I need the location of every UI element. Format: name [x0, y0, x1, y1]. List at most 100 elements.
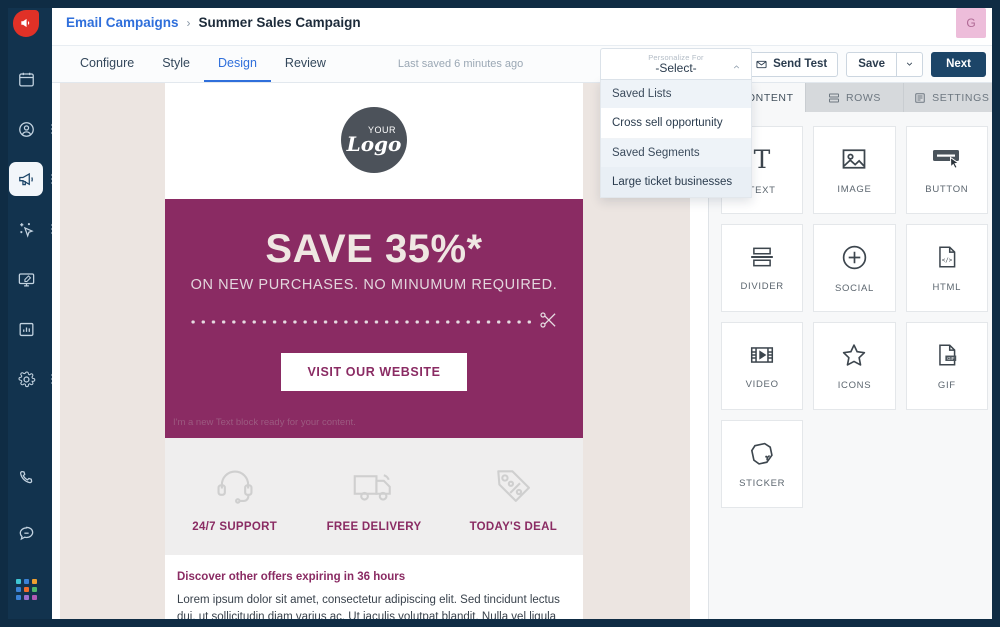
svg-text:</>: </> [942, 258, 953, 264]
tab-settings[interactable]: SETTINGS [903, 83, 1000, 112]
save-button[interactable]: Save [846, 51, 897, 77]
tab-settings-label: SETTINGS [932, 91, 990, 104]
sidebar-item-analytics[interactable] [9, 312, 43, 346]
text-block-placeholder[interactable]: I'm a new Text block ready for your cont… [165, 391, 583, 438]
user-circle-icon [18, 121, 34, 137]
tile-button[interactable]: BUTTON [905, 126, 988, 214]
next-button[interactable]: Next [931, 51, 986, 77]
offer-heading: Discover other offers expiring in 36 hou… [177, 571, 406, 583]
sidebar-item-campaigns[interactable] [9, 162, 53, 196]
feature-support[interactable]: 24/7 SUPPORT [165, 464, 304, 533]
email-preview: YOUR Logo SAVE 35%* ON NEW PURCHASES. NO… [165, 83, 583, 627]
feature-deal[interactable]: TODAY'S DEAL [444, 464, 583, 533]
megaphone-shield-logo-icon [13, 9, 39, 37]
sticker-icon [750, 442, 773, 465]
plus-circle-icon [842, 245, 867, 269]
email-features-row[interactable]: 24/7 SUPPORT FREE DELIVERY TODAY'S DEAL [165, 438, 583, 555]
feature-delivery[interactable]: FREE DELIVERY [304, 464, 443, 533]
chat-bubble-icon [19, 526, 33, 540]
sidebar-item-settings[interactable] [9, 362, 53, 396]
hero-subtitle: ON NEW PURCHASES. NO MINUMUM REQUIRED. [190, 277, 558, 293]
email-text-block[interactable]: Discover other offers expiring in 36 hou… [165, 555, 583, 627]
email-logo: YOUR Logo [341, 107, 407, 173]
phone-icon [19, 470, 32, 483]
save-dropdown-button[interactable] [896, 51, 924, 77]
top-bar: Email Campaigns › Summer Sales Campaign … [52, 0, 1000, 46]
tab-style[interactable]: Style [148, 46, 204, 82]
tile-gif[interactable]: GIF GIF [905, 322, 988, 410]
tile-social[interactable]: SOCIAL [813, 224, 896, 312]
sidebar-item-design[interactable] [9, 262, 43, 296]
dotted-divider [188, 311, 560, 329]
monitor-edit-icon [18, 272, 34, 286]
breadcrumb-current: Summer Sales Campaign [198, 15, 361, 30]
logo-word-text: Logo [346, 131, 402, 156]
chevron-up-icon [731, 58, 742, 76]
tile-image-label: IMAGE [837, 184, 872, 195]
tab-configure[interactable]: Configure [66, 46, 148, 82]
app-grid-icon [15, 578, 37, 600]
tab-rows-label: ROWS [845, 91, 882, 104]
feature-support-label: 24/7 SUPPORT [192, 521, 278, 533]
gear-icon [18, 371, 35, 387]
sidebar-nav [0, 54, 53, 404]
tile-divider[interactable]: DIVIDER [721, 224, 804, 312]
settings-panel-icon [915, 92, 925, 103]
brand-logo[interactable] [11, 8, 41, 38]
tile-image[interactable]: IMAGE [813, 126, 896, 214]
percent-tag-icon [497, 470, 531, 502]
sidebar-item-phone[interactable] [9, 460, 43, 494]
tile-social-label: SOCIAL [834, 282, 875, 294]
code-file-icon: </> [939, 246, 956, 268]
star-icon [843, 344, 866, 366]
rows-icon [828, 93, 839, 102]
tile-sticker[interactable]: STICKER [721, 420, 804, 508]
sidebar-item-calendar[interactable] [9, 62, 43, 96]
send-test-button[interactable]: Send Test [744, 51, 839, 77]
cta-button[interactable]: VISIT OUR WEBSITE [281, 353, 467, 391]
panel-tabs: CONTENT ROWS SETTINGS [709, 83, 1000, 112]
send-test-label: Send Test [773, 58, 828, 70]
personalize-select[interactable]: Personalize For -Select- [600, 48, 752, 80]
sidebar-item-apps[interactable] [9, 572, 43, 606]
dotted-line [188, 320, 532, 324]
calendar-icon [18, 72, 34, 86]
tile-divider-label: DIVIDER [740, 281, 784, 292]
main-area: Email Campaigns › Summer Sales Campaign … [52, 0, 1000, 627]
divider-icon [751, 247, 773, 267]
feature-delivery-label: FREE DELIVERY [326, 521, 422, 533]
hero-title: SAVE 35%* [265, 227, 483, 271]
email-hero-block[interactable]: SAVE 35%* ON NEW PURCHASES. NO MINUMUM R… [165, 199, 583, 438]
tile-sticker-label: STICKER [739, 478, 786, 489]
tab-review[interactable]: Review [271, 46, 340, 82]
tab-design[interactable]: Design [204, 46, 271, 82]
save-split-button: Save [846, 51, 924, 77]
megaphone-icon [18, 172, 33, 185]
dropdown-item-large-ticket-businesses[interactable]: Large ticket businesses [601, 167, 751, 197]
envelope-icon [756, 60, 767, 68]
email-logo-row[interactable]: YOUR Logo [165, 83, 583, 199]
scissors-icon [536, 310, 560, 335]
dropdown-item-cross-sell-opportunity[interactable]: Cross sell opportunity [601, 108, 751, 139]
sidebar-item-contacts[interactable] [9, 112, 53, 146]
tile-video[interactable]: VIDEO [721, 322, 804, 410]
avatar[interactable]: G [956, 7, 986, 38]
editor-toolbar: Configure Style Design Review Last saved… [52, 46, 1000, 198]
svg-text:T: T [754, 145, 771, 174]
personalize-select-wrapper: Personalize For -Select- Saved Lists Cro… [600, 48, 752, 198]
editor-step-tabs: Configure Style Design Review [66, 46, 340, 82]
sidebar-item-chat[interactable] [9, 516, 43, 550]
editor-body: YOUR Logo SAVE 35%* ON NEW PURCHASES. NO… [52, 83, 1000, 627]
tile-icons[interactable]: ICONS [813, 322, 896, 410]
breadcrumb-root[interactable]: Email Campaigns [66, 15, 179, 30]
content-tiles: T TEXT IMAGE BUTTON DIVIDER SOCIAL </> H… [709, 112, 1000, 522]
sidebar-item-automation[interactable] [9, 212, 53, 246]
last-saved-status: Last saved 6 minutes ago [397, 58, 524, 70]
button-cursor-icon [932, 150, 960, 169]
tab-rows[interactable]: ROWS [806, 83, 904, 112]
delivery-truck-icon [353, 474, 391, 501]
tile-html-label: HTML [932, 282, 962, 293]
tile-button-label: BUTTON [925, 184, 969, 195]
tile-icons-label: ICONS [837, 380, 872, 391]
tile-html[interactable]: </> HTML [905, 224, 988, 312]
